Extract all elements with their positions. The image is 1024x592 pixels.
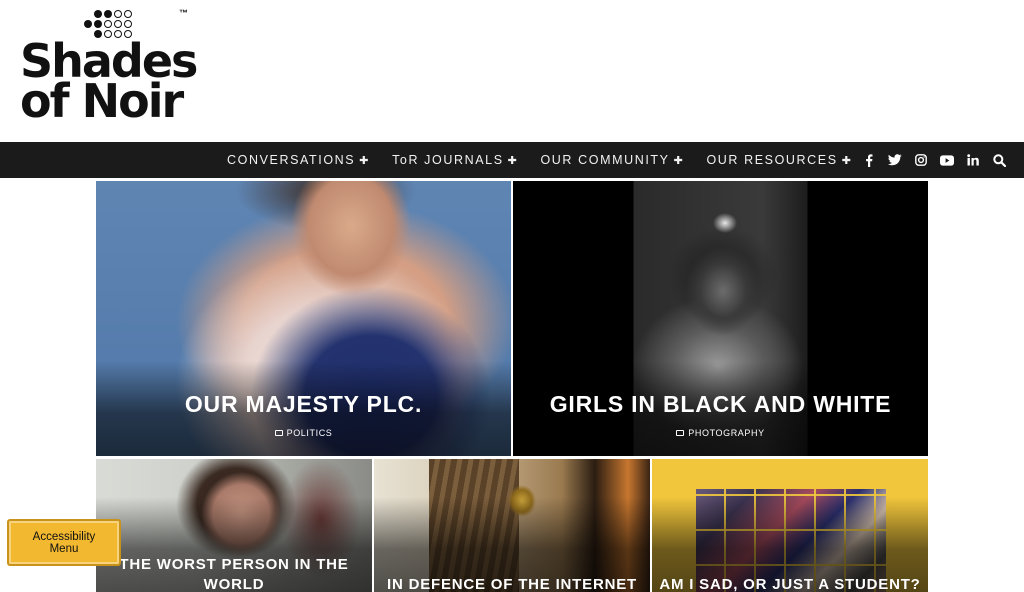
accessibility-menu-button[interactable]: Accessibility Menu <box>7 519 121 566</box>
site-logo[interactable]: ™ Shades of Noir <box>20 8 198 134</box>
nav-item-our-community[interactable]: OUR COMMUNITY ✚ <box>540 153 684 167</box>
nav-item-label: ToR JOURNALS <box>392 153 504 167</box>
plus-icon: ✚ <box>673 155 685 167</box>
accessibility-label-line2: Menu <box>49 542 79 555</box>
post-category-label: PHOTOGRAPHY <box>688 428 765 438</box>
nav-menu: CONVERSATIONS ✚ ToR JOURNALS ✚ OUR COMMUNI… <box>227 142 875 178</box>
post-category[interactable]: PHOTOGRAPHY <box>513 428 928 438</box>
nav-item-label: OUR COMMUNITY <box>540 153 670 167</box>
nav-item-label: OUR RESOURCES <box>706 153 838 167</box>
nav-item-label: CONVERSATIONS <box>227 153 356 167</box>
post-category-label: POLITICS <box>286 428 333 438</box>
folder-icon <box>274 430 283 436</box>
plus-icon: ✚ <box>359 155 371 167</box>
post-title[interactable]: GIRLS IN BLACK AND WHITE <box>513 391 928 418</box>
post-tile-am-i-sad[interactable]: AM I SAD, OR JUST A STUDENT? <box>652 459 928 592</box>
social-links <box>850 142 1006 178</box>
post-title[interactable]: IN DEFENCE OF THE INTERNET <box>374 576 650 592</box>
folder-icon <box>676 430 685 436</box>
nav-item-tor-journals[interactable]: ToR JOURNALS ✚ <box>392 153 518 167</box>
logo-word-of-noir: of Noir <box>20 74 184 128</box>
plus-icon: ✚ <box>507 155 519 167</box>
post-tile-our-majesty[interactable]: OUR MAJESTY PLC. POLITICS <box>96 181 511 456</box>
nav-item-conversations[interactable]: CONVERSATIONS ✚ <box>227 153 370 167</box>
search-icon[interactable] <box>992 153 1006 167</box>
twitter-icon[interactable] <box>888 153 902 167</box>
post-title[interactable]: THE WORST PERSON IN THE WORLD <box>96 555 372 592</box>
main-navbar: CONVERSATIONS ✚ ToR JOURNALS ✚ OUR COMMUNI… <box>0 142 1024 178</box>
post-title[interactable]: AM I SAD, OR JUST A STUDENT? <box>652 576 928 592</box>
post-tile-worst-person[interactable]: THE WORST PERSON IN THE WORLD <box>96 459 372 592</box>
post-category[interactable]: POLITICS <box>96 428 511 438</box>
nav-item-our-resources[interactable]: OUR RESOURCES ✚ <box>706 153 852 167</box>
linkedin-icon[interactable] <box>966 153 980 167</box>
facebook-icon[interactable] <box>862 153 876 167</box>
post-title[interactable]: OUR MAJESTY PLC. <box>96 391 511 418</box>
instagram-icon[interactable] <box>914 153 928 167</box>
site-header: ™ Shades of Noir <box>0 0 1024 142</box>
youtube-icon[interactable] <box>940 153 954 167</box>
post-tile-girls-in-black-and-white[interactable]: GIRLS IN BLACK AND WHITE PHOTOGRAPHY <box>513 181 928 456</box>
accessibility-label-line1: Accessibility <box>32 530 96 543</box>
post-tile-defence-of-internet[interactable]: IN DEFENCE OF THE INTERNET <box>374 459 650 592</box>
trademark-symbol: ™ <box>179 8 188 18</box>
